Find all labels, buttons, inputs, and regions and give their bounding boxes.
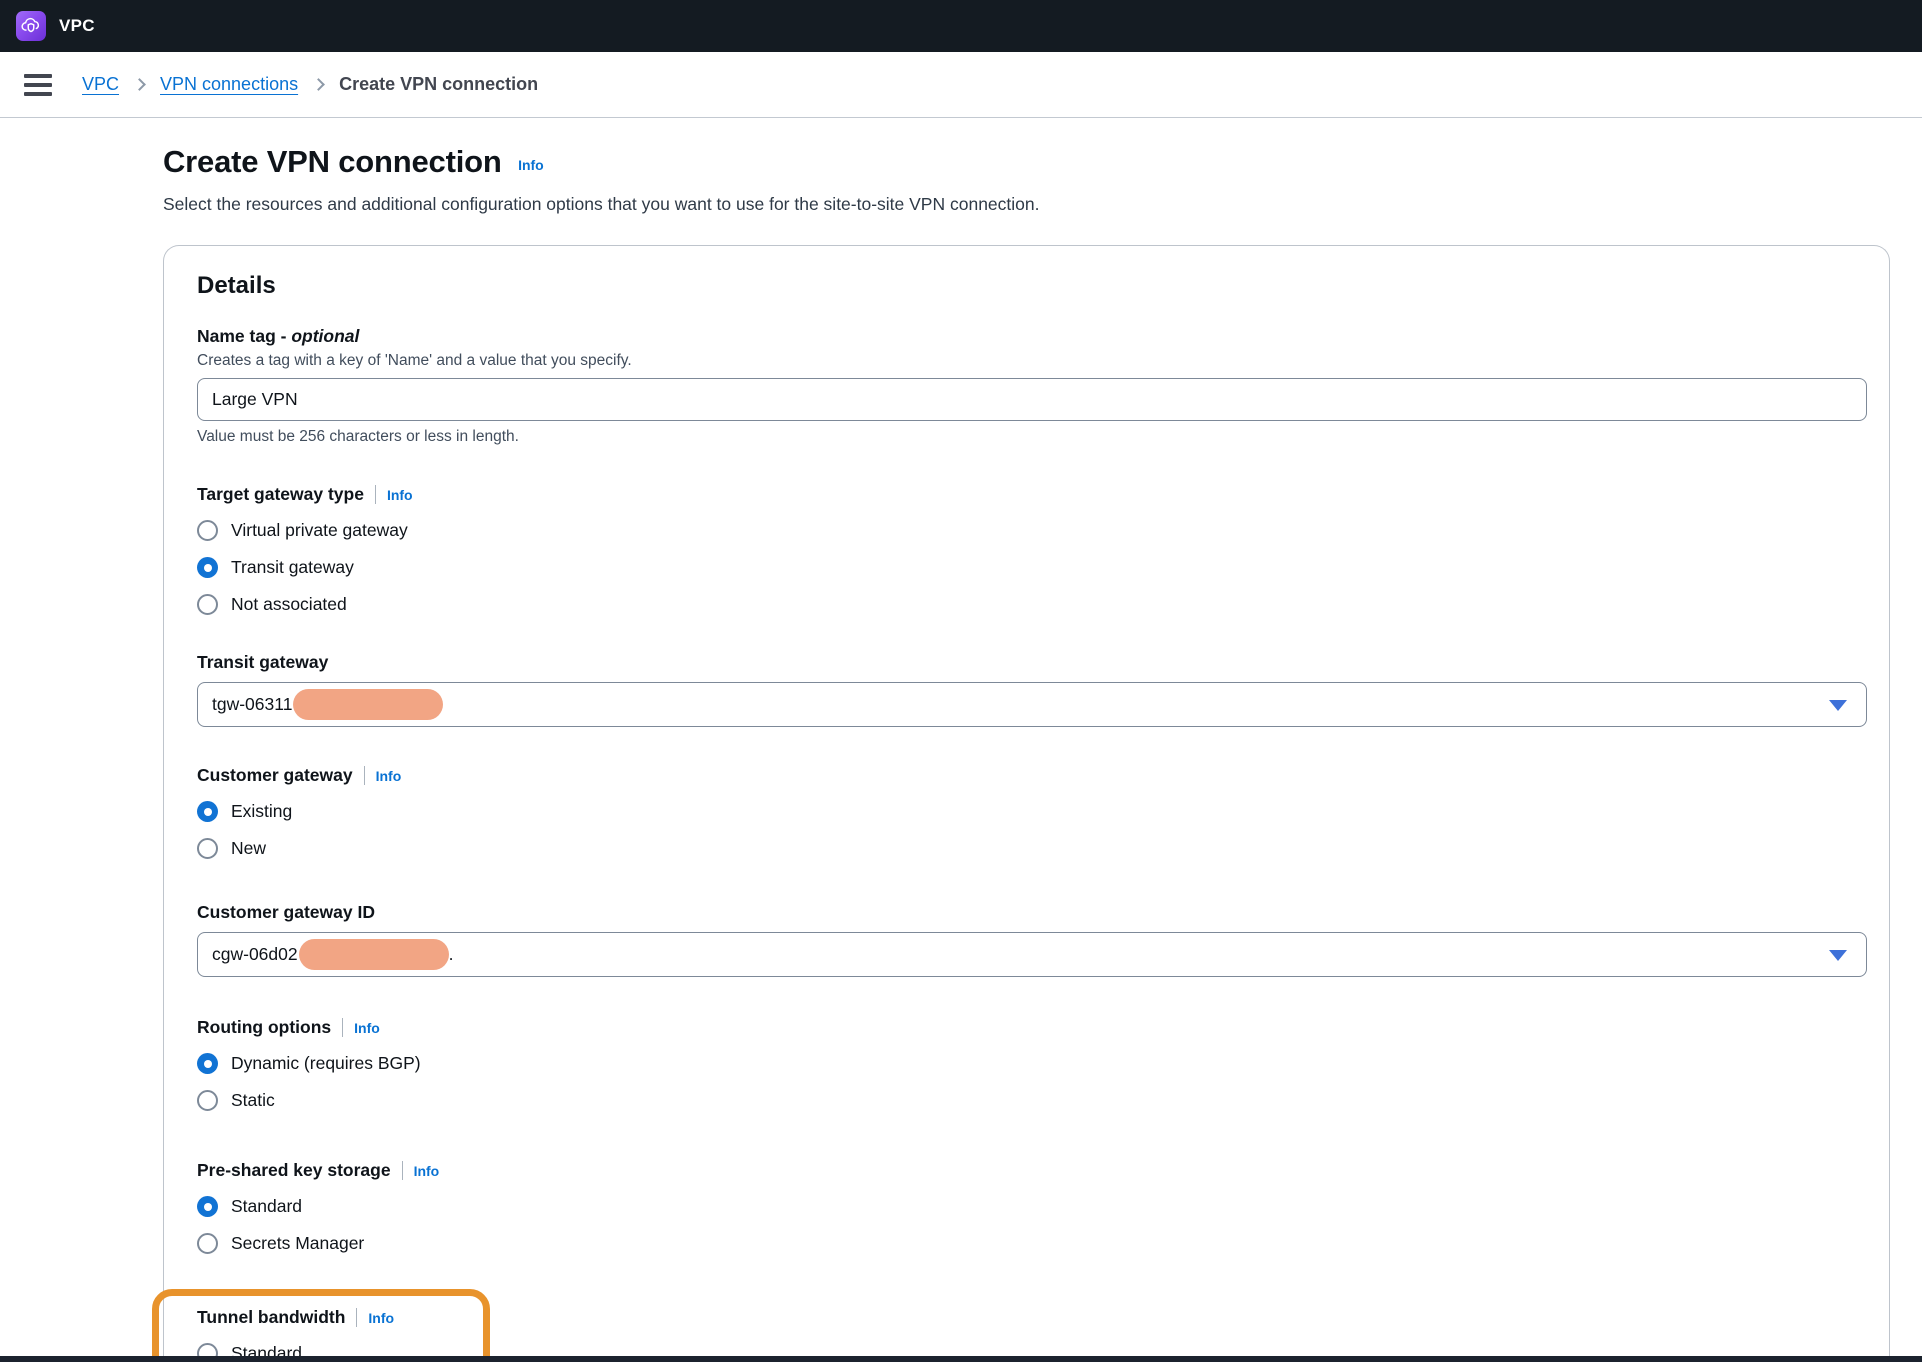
tunnel-bandwidth-info-link[interactable]: Info <box>368 1310 394 1326</box>
radio-label: Not associated <box>231 594 347 615</box>
field-name-tag: Name tag - optional Creates a tag with a… <box>197 326 1867 446</box>
hamburger-menu-icon[interactable] <box>24 74 52 96</box>
radio-label: Virtual private gateway <box>231 520 408 541</box>
field-routing-options: Routing options Info Dynamic (requires B… <box>197 1017 1867 1112</box>
customer-gateway-info-link[interactable]: Info <box>376 768 402 784</box>
label-divider <box>402 1161 403 1180</box>
routing-options-info-link[interactable]: Info <box>354 1020 380 1036</box>
page-title: Create VPN connection <box>163 144 502 179</box>
customer-gateway-id-value: cgw-06d02 <box>212 944 298 965</box>
radio-option-new[interactable]: New <box>197 837 1867 860</box>
radio-option-static[interactable]: Static <box>197 1089 1867 1112</box>
radio-option-standard-storage[interactable]: Standard <box>197 1195 1867 1218</box>
app-title: VPC <box>59 16 95 36</box>
target-gateway-type-info-link[interactable]: Info <box>387 487 413 503</box>
transit-gateway-value: tgw-06311 <box>212 694 292 715</box>
radio-option-dynamic[interactable]: Dynamic (requires BGP) <box>197 1052 1867 1075</box>
radio-option-virtual-private-gateway[interactable]: Virtual private gateway <box>197 519 1867 542</box>
radio-unchecked-icon[interactable] <box>197 838 218 859</box>
customer-gateway-id-label: Customer gateway ID <box>197 902 1867 923</box>
field-customer-gateway: Customer gateway Info Existing New <box>197 765 1867 860</box>
customer-gateway-id-label-text: Customer gateway ID <box>197 902 375 923</box>
field-transit-gateway: Transit gateway tgw-06311 <box>197 652 1867 727</box>
radio-option-secrets-manager[interactable]: Secrets Manager <box>197 1232 1867 1255</box>
dropdown-caret-icon <box>1829 950 1847 961</box>
transit-gateway-label: Transit gateway <box>197 652 1867 673</box>
details-panel: Details Name tag - optional Creates a ta… <box>163 245 1890 1362</box>
name-tag-label: Name tag - optional <box>197 326 1867 347</box>
preshared-key-storage-info-link[interactable]: Info <box>414 1163 440 1179</box>
breadcrumb-link-vpc[interactable]: VPC <box>82 74 119 95</box>
radio-unchecked-icon[interactable] <box>197 1090 218 1111</box>
tunnel-bandwidth-label: Tunnel bandwidth Info <box>197 1307 1867 1328</box>
page-content: Create VPN connection Info Select the re… <box>0 144 1922 1362</box>
cloud-shield-glyph <box>20 15 42 37</box>
breadcrumb: VPC VPN connections Create VPN connectio… <box>82 74 538 95</box>
page-header: Create VPN connection Info Select the re… <box>163 144 1892 215</box>
radio-option-not-associated[interactable]: Not associated <box>197 593 1867 616</box>
radio-option-existing[interactable]: Existing <box>197 800 1867 823</box>
preshared-key-storage-label: Pre-shared key storage Info <box>197 1160 1867 1181</box>
redaction-overlay <box>293 689 443 720</box>
radio-unchecked-icon[interactable] <box>197 1233 218 1254</box>
radio-label: Static <box>231 1090 275 1111</box>
radio-unchecked-icon[interactable] <box>197 594 218 615</box>
radio-checked-icon[interactable] <box>197 1053 218 1074</box>
routing-options-label: Routing options Info <box>197 1017 1867 1038</box>
top-bar: VPC <box>0 0 1922 52</box>
dropdown-caret-icon <box>1829 700 1847 711</box>
radio-option-transit-gateway[interactable]: Transit gateway <box>197 556 1867 579</box>
radio-checked-icon[interactable] <box>197 1196 218 1217</box>
page-description: Select the resources and additional conf… <box>163 194 1892 215</box>
customer-gateway-label: Customer gateway Info <box>197 765 1867 786</box>
tunnel-bandwidth-label-text: Tunnel bandwidth <box>197 1307 345 1328</box>
radio-label: Standard <box>231 1196 302 1217</box>
preshared-key-storage-label-text: Pre-shared key storage <box>197 1160 391 1181</box>
label-divider <box>356 1308 357 1327</box>
customer-gateway-id-select[interactable]: cgw-06d02 . <box>197 932 1867 977</box>
breadcrumb-current: Create VPN connection <box>339 74 538 95</box>
breadcrumb-bar: VPC VPN connections Create VPN connectio… <box>0 52 1922 118</box>
transit-gateway-select[interactable]: tgw-06311 <box>197 682 1867 727</box>
routing-options-label-text: Routing options <box>197 1017 331 1038</box>
name-tag-optional-text: optional <box>291 326 359 347</box>
radio-label: New <box>231 838 266 859</box>
radio-label: Existing <box>231 801 292 822</box>
field-preshared-key-storage: Pre-shared key storage Info Standard Sec… <box>197 1160 1867 1255</box>
chevron-right-icon <box>312 78 325 91</box>
redaction-overlay <box>299 939 449 970</box>
name-tag-input[interactable] <box>197 378 1867 421</box>
screen-bottom-edge <box>0 1356 1922 1362</box>
field-customer-gateway-id: Customer gateway ID cgw-06d02 . <box>197 902 1867 977</box>
name-tag-constraint: Value must be 256 characters or less in … <box>197 428 1867 446</box>
name-tag-description: Creates a tag with a key of 'Name' and a… <box>197 352 1867 370</box>
transit-gateway-label-text: Transit gateway <box>197 652 328 673</box>
radio-label: Transit gateway <box>231 557 354 578</box>
breadcrumb-link-vpn-connections[interactable]: VPN connections <box>160 74 298 95</box>
name-tag-label-text: Name tag <box>197 326 276 347</box>
customer-gateway-id-suffix: . <box>449 944 454 965</box>
radio-checked-icon[interactable] <box>197 801 218 822</box>
label-divider <box>364 766 365 785</box>
name-tag-label-dash: - <box>276 326 292 347</box>
target-gateway-type-label-text: Target gateway type <box>197 484 364 505</box>
field-target-gateway-type: Target gateway type Info Virtual private… <box>197 484 1867 616</box>
panel-heading: Details <box>197 272 1867 300</box>
chevron-right-icon <box>133 78 146 91</box>
vpc-service-icon[interactable] <box>16 11 46 41</box>
radio-label: Dynamic (requires BGP) <box>231 1053 421 1074</box>
field-tunnel-bandwidth: Tunnel bandwidth Info Standard Large <box>197 1307 1867 1362</box>
customer-gateway-label-text: Customer gateway <box>197 765 353 786</box>
radio-checked-icon[interactable] <box>197 557 218 578</box>
radio-label: Secrets Manager <box>231 1233 364 1254</box>
label-divider <box>342 1018 343 1037</box>
label-divider <box>375 485 376 504</box>
radio-unchecked-icon[interactable] <box>197 520 218 541</box>
page-info-link[interactable]: Info <box>518 157 544 173</box>
target-gateway-type-label: Target gateway type Info <box>197 484 1867 505</box>
